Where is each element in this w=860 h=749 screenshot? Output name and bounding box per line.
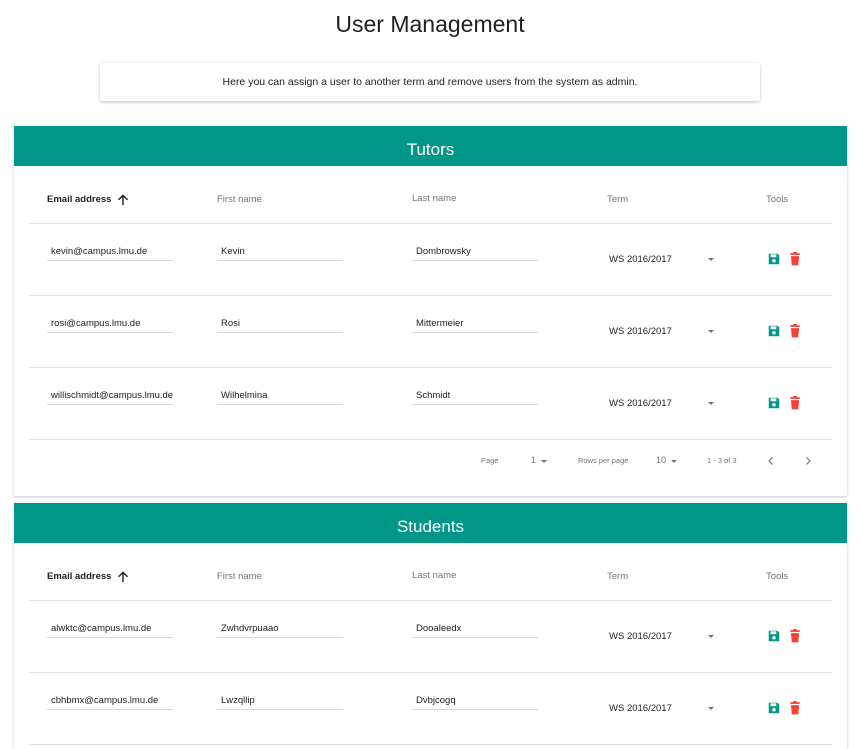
students-panel-title: Students xyxy=(14,503,847,543)
term-select[interactable]: WS 2016/2017 xyxy=(609,700,719,718)
email-field[interactable]: alwktc@campus.lmu.de xyxy=(47,619,173,638)
chevron-down-icon[interactable] xyxy=(708,330,714,333)
students-panel: Students Email address First name Last n… xyxy=(14,503,847,749)
tutors-panel: Tutors Email address First name Last nam… xyxy=(14,126,847,496)
range-label: 1 - 3 of 3 xyxy=(707,456,737,465)
first-name-field[interactable]: Lwzqllip xyxy=(217,691,343,710)
page-title: User Management xyxy=(335,11,525,37)
chevron-down-icon[interactable] xyxy=(708,258,714,261)
term-select[interactable]: WS 2016/2017 xyxy=(609,251,719,269)
save-icon[interactable] xyxy=(767,701,781,715)
pagination: Page 1 Rows per page 10 1 - 3 of 3 xyxy=(29,440,832,480)
tutors-table-header: Email address First name Last name Term … xyxy=(29,166,832,224)
chevron-right-icon[interactable] xyxy=(802,455,814,467)
first-name-field[interactable]: Zwhdvrpuaao xyxy=(217,619,343,638)
chevron-down-icon[interactable] xyxy=(541,460,547,463)
column-header-term[interactable]: Term xyxy=(607,571,628,582)
email-field[interactable]: cbhbmx@campus.lmu.de xyxy=(47,691,173,710)
column-header-email[interactable]: Email address xyxy=(47,571,111,582)
email-field[interactable]: rosi@campus.lmu.de xyxy=(47,314,173,333)
table-row: cbhbmx@campus.lmu.de Lwzqllip Dvbjcogq W… xyxy=(29,673,832,745)
first-name-field[interactable]: Kevin xyxy=(217,242,343,261)
tutors-panel-title: Tutors xyxy=(14,126,847,166)
save-icon[interactable] xyxy=(767,324,781,338)
chevron-down-icon[interactable] xyxy=(708,402,714,405)
rows-per-page-label: Rows per page xyxy=(578,456,629,465)
last-name-field[interactable]: Schmidt xyxy=(412,386,538,405)
students-table-header: Email address First name Last name Term … xyxy=(29,543,832,601)
column-header-first-name[interactable]: First name xyxy=(217,194,262,205)
save-icon[interactable] xyxy=(767,396,781,410)
last-name-field[interactable]: Dombrowsky xyxy=(412,242,538,261)
chevron-down-icon[interactable] xyxy=(671,460,677,463)
info-card: Here you can assign a user to another te… xyxy=(100,63,760,101)
delete-icon[interactable] xyxy=(789,396,801,410)
column-header-tools: Tools xyxy=(766,571,789,582)
column-header-tools: Tools xyxy=(766,194,789,205)
column-header-last-name[interactable]: Last name xyxy=(412,570,456,581)
chevron-down-icon[interactable] xyxy=(708,635,714,638)
chevron-left-icon[interactable] xyxy=(765,455,777,467)
column-header-term[interactable]: Term xyxy=(607,194,628,205)
last-name-field[interactable]: Dvbjcogq xyxy=(412,691,538,710)
arrow-up-icon[interactable] xyxy=(116,193,130,207)
first-name-field[interactable]: Wilhelmina xyxy=(217,386,343,405)
term-select[interactable]: WS 2016/2017 xyxy=(609,395,719,413)
arrow-up-icon[interactable] xyxy=(116,570,130,584)
save-icon[interactable] xyxy=(767,252,781,266)
table-row: rosi@campus.lmu.de Rosi Mittermeier WS 2… xyxy=(29,296,832,368)
email-field[interactable]: kevin@campus.lmu.de xyxy=(47,242,173,261)
term-select[interactable]: WS 2016/2017 xyxy=(609,628,719,646)
delete-icon[interactable] xyxy=(789,629,801,643)
first-name-field[interactable]: Rosi xyxy=(217,314,343,333)
delete-icon[interactable] xyxy=(789,701,801,715)
column-header-email[interactable]: Email address xyxy=(47,194,111,205)
table-row: alwktc@campus.lmu.de Zwhdvrpuaao Dooalee… xyxy=(29,601,832,673)
last-name-field[interactable]: Mittermeier xyxy=(412,314,538,333)
email-field[interactable]: willischmidt@campus.lmu.de xyxy=(47,386,173,405)
column-header-last-name[interactable]: Last name xyxy=(412,193,456,204)
chevron-down-icon[interactable] xyxy=(708,707,714,710)
delete-icon[interactable] xyxy=(789,252,801,266)
last-name-field[interactable]: Dooaleedx xyxy=(412,619,538,638)
delete-icon[interactable] xyxy=(789,324,801,338)
page-label: Page xyxy=(481,456,499,465)
column-header-first-name[interactable]: First name xyxy=(217,571,262,582)
table-row: kevin@campus.lmu.de Kevin Dombrowsky WS … xyxy=(29,224,832,296)
term-select[interactable]: WS 2016/2017 xyxy=(609,323,719,341)
page-select[interactable]: 1 xyxy=(531,455,536,465)
save-icon[interactable] xyxy=(767,629,781,643)
table-row: willischmidt@campus.lmu.de Wilhelmina Sc… xyxy=(29,368,832,440)
rows-per-page-select[interactable]: 10 xyxy=(656,455,666,465)
